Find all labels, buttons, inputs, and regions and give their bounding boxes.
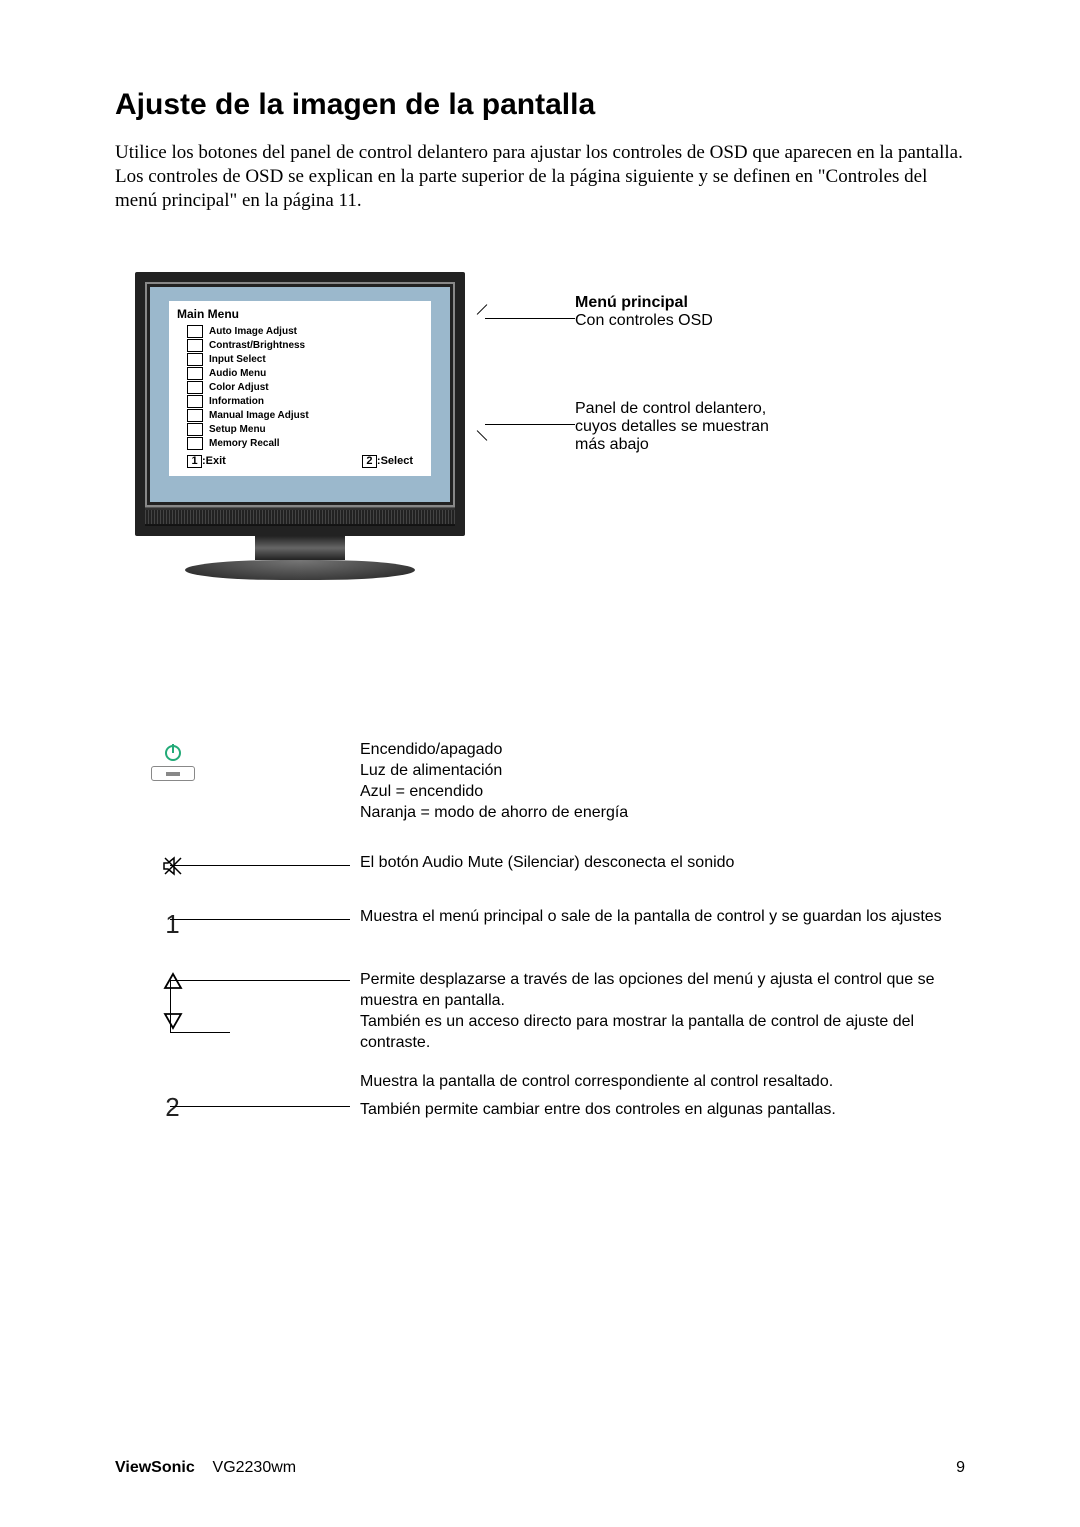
down-arrow-icon bbox=[163, 1012, 183, 1030]
control-desc: Permite desplazarse a través de las opci… bbox=[360, 970, 965, 1012]
control-desc: Muestra el menú principal o sale de la p… bbox=[360, 907, 965, 928]
callout-front-panel: Panel de control delantero, cuyos detall… bbox=[485, 400, 769, 454]
button-2-icon: 2 bbox=[165, 1092, 179, 1123]
osd-exit-key: 1 bbox=[187, 455, 202, 468]
mute-icon bbox=[162, 855, 184, 877]
control-button1-row: 1 Muestra el menú principal o sale de la… bbox=[135, 907, 965, 940]
callout-line: Panel de control delantero, bbox=[575, 400, 769, 418]
control-desc: Azul = encendido bbox=[360, 782, 965, 803]
power-led-icon bbox=[151, 766, 195, 781]
control-arrows-row: Permite desplazarse a través de las opci… bbox=[135, 970, 965, 1053]
callout-text: Con controles OSD bbox=[575, 312, 769, 330]
control-mute-row: El botón Audio Mute (Silenciar) desconec… bbox=[135, 853, 965, 877]
osd-item: Setup Menu bbox=[209, 424, 266, 435]
osd-item: Contrast/Brightness bbox=[209, 340, 305, 351]
osd-select-key: 2 bbox=[362, 455, 377, 468]
callout-line: cuyos detalles se muestran bbox=[575, 418, 769, 436]
osd-item: Manual Image Adjust bbox=[209, 410, 309, 421]
button-1-icon: 1 bbox=[165, 909, 179, 940]
control-desc: Naranja = modo de ahorro de energía bbox=[360, 803, 965, 824]
monitor-figure: Main Menu Auto Image Adjust Contrast/Bri… bbox=[135, 272, 965, 580]
control-desc: Luz de alimentación bbox=[360, 761, 965, 782]
footer-brand: ViewSonic bbox=[115, 1459, 195, 1476]
callout-title: Menú principal bbox=[575, 294, 769, 312]
callout-line: más abajo bbox=[575, 436, 769, 454]
up-arrow-icon bbox=[163, 972, 183, 990]
osd-item: Color Adjust bbox=[209, 382, 269, 393]
osd-item: Memory Recall bbox=[209, 438, 280, 449]
osd-exit-label: :Exit bbox=[202, 455, 226, 467]
control-desc: También es un acceso directo para mostra… bbox=[360, 1012, 965, 1054]
control-desc: También permite cambiar entre dos contro… bbox=[360, 1100, 965, 1121]
control-desc: Encendido/apagado bbox=[360, 740, 965, 761]
osd-item: Information bbox=[209, 396, 264, 407]
page-title: Ajuste de la imagen de la pantalla bbox=[115, 88, 965, 122]
control-power-row: Encendido/apagado Luz de alimentación Az… bbox=[135, 740, 965, 823]
control-desc: Muestra la pantalla de control correspon… bbox=[360, 1072, 965, 1093]
osd-item: Auto Image Adjust bbox=[209, 326, 297, 337]
footer-model: VG2230wm bbox=[213, 1459, 297, 1476]
intro-paragraph: Utilice los botones del panel de control… bbox=[115, 141, 965, 212]
power-icon bbox=[163, 742, 183, 762]
osd-item: Audio Menu bbox=[209, 368, 266, 379]
osd-select-label: :Select bbox=[377, 455, 413, 467]
osd-title: Main Menu bbox=[177, 307, 423, 321]
osd-item: Input Select bbox=[209, 354, 266, 365]
control-button2-row: 2 Muestra la pantalla de control corresp… bbox=[135, 1072, 965, 1123]
callout-main-menu: Menú principal Con controles OSD bbox=[485, 294, 769, 330]
control-desc: El botón Audio Mute (Silenciar) desconec… bbox=[360, 853, 965, 874]
page-footer: ViewSonic VG2230wm 9 bbox=[115, 1459, 965, 1477]
osd-menu: Main Menu Auto Image Adjust Contrast/Bri… bbox=[169, 301, 431, 476]
page-number: 9 bbox=[956, 1459, 965, 1477]
